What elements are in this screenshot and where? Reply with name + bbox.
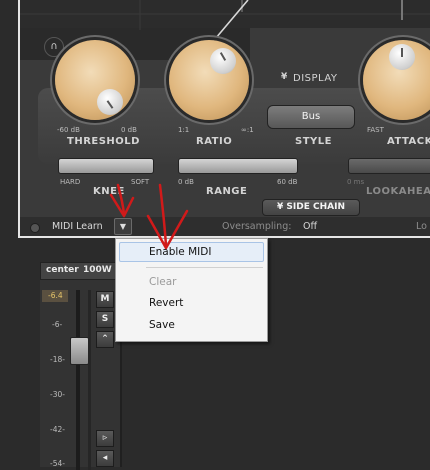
knee-max-label: SOFT (131, 178, 150, 186)
scale-tick: -6- (52, 320, 63, 329)
knee-slider[interactable] (58, 158, 154, 174)
threshold-label: THRESHOLD (67, 136, 140, 147)
left-arrow-icon[interactable]: ◂ (96, 450, 114, 467)
ratio-min-label: 1:1 (178, 126, 190, 134)
lookahead-slider[interactable] (348, 158, 430, 174)
scale-tick: -30- (50, 390, 65, 399)
range-min-label: 0 dB (178, 178, 194, 186)
meter-bar (88, 290, 91, 470)
automation-icon[interactable]: ⌃ (96, 331, 114, 348)
headphones-icon[interactable]: ∩ (44, 37, 64, 57)
display-toggle[interactable]: DISPLAY (293, 73, 338, 84)
solo-button[interactable]: S (96, 311, 114, 328)
channel-name: center (46, 265, 79, 275)
bottom-bar-right-text: Lo (416, 221, 427, 232)
knee-min-label: HARD (60, 178, 81, 186)
side-chain-chevron-icon: ¥ (277, 202, 287, 212)
channel-name-bar: center 100W (40, 262, 118, 280)
channel-power: 100W (83, 265, 112, 275)
range-slider[interactable] (178, 158, 298, 174)
fader-handle[interactable] (70, 337, 89, 365)
menu-item-enable-midi[interactable]: Enable MIDI (149, 246, 211, 258)
side-chain-button[interactable]: ¥ SIDE CHAIN (262, 199, 360, 216)
menu-item-revert[interactable]: Revert (149, 297, 183, 309)
scale-tick: -42- (50, 425, 65, 434)
knee-label: KNEE (93, 186, 125, 197)
midi-context-menu: Enable MIDI Clear Revert Save (115, 238, 268, 342)
threshold-min-label: -60 dB (57, 126, 80, 134)
menu-separator (146, 267, 263, 268)
threshold-max-label: 0 dB (121, 126, 137, 134)
oversampling-value[interactable]: Off (303, 221, 317, 232)
midi-learn-button[interactable]: MIDI Learn (52, 221, 103, 232)
menu-item-save[interactable]: Save (149, 319, 175, 331)
lookahead-label: LOOKAHEAD (366, 186, 430, 197)
scale-tick: -18- (50, 355, 65, 364)
style-value: Bus (301, 111, 321, 122)
fader-track (76, 290, 80, 470)
style-button[interactable]: Bus (267, 105, 355, 129)
attack-min-label: FAST (367, 126, 384, 134)
mixer-channel-strip: center 100W -6.4 -6- -18- -30- -42- -54-… (40, 262, 120, 470)
peak-value: -6.4 (48, 291, 63, 300)
ratio-knob[interactable] (169, 40, 249, 120)
range-max-label: 60 dB (277, 178, 298, 186)
range-label: RANGE (206, 186, 248, 197)
compressor-plugin-window: ∩ -60 dB 0 dB THRESHOLD 1:1 ∞:1 RATIO ¥ … (18, 0, 430, 238)
route-icon[interactable]: ▹ (96, 430, 114, 447)
side-chain-label: SIDE CHAIN (286, 202, 345, 212)
attack-label: ATTACK (387, 136, 430, 147)
oversampling-label: Oversampling: (222, 221, 292, 232)
threshold-knob[interactable] (55, 40, 135, 120)
ratio-label: RATIO (196, 136, 233, 147)
lookahead-min-label: 0 ms (347, 178, 365, 186)
style-label: STYLE (295, 136, 332, 147)
mute-button[interactable]: M (96, 291, 114, 308)
ratio-max-label: ∞:1 (241, 126, 254, 134)
display-chevron-icon[interactable]: ¥ (281, 72, 288, 82)
midi-menu-dropdown-button[interactable]: ▼ (114, 218, 132, 235)
menu-item-clear: Clear (149, 276, 177, 288)
midi-led-icon (30, 223, 40, 233)
